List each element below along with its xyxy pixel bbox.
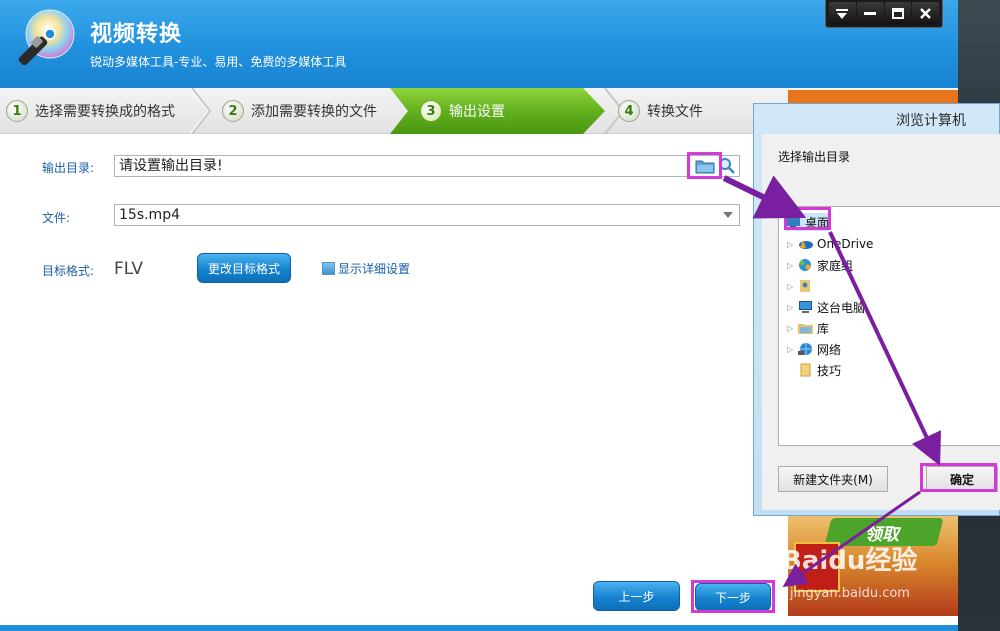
step-add-files[interactable]: 2 添加需要转换的文件 [222, 88, 377, 134]
tree-item-label: 库 [817, 321, 830, 336]
maximize-icon [891, 8, 904, 19]
highlight-ok-button [920, 463, 997, 492]
maximize-button[interactable] [884, 2, 912, 25]
tree-item-libraries[interactable]: ▷ 库 [787, 319, 829, 337]
tree-item-user-folder[interactable]: ▷ [787, 277, 817, 295]
step-convert-files[interactable]: 4 转换文件 [618, 88, 703, 134]
target-format-label: 目标格式: [42, 264, 95, 278]
step-number: 4 [618, 100, 640, 122]
chevron-down-icon [723, 212, 733, 218]
tree-item-label: 家庭组 [817, 258, 854, 273]
step-label: 输出设置 [449, 104, 505, 120]
folder-icon [797, 363, 813, 377]
highlight-next-button [691, 580, 775, 613]
step-select-format[interactable]: 1 选择需要转换成的格式 [6, 88, 175, 134]
step-number: 2 [222, 100, 244, 122]
step-number: 3 [420, 100, 442, 122]
homegroup-icon [797, 258, 813, 272]
user-folder-icon [797, 279, 813, 293]
step-number: 1 [6, 100, 28, 122]
target-format-value: FLV [114, 259, 144, 279]
baidu-watermark: Baidu经验 [782, 546, 918, 576]
minimize-icon [864, 11, 877, 15]
folder-tree[interactable]: 桌面 ▷ OneDrive ▷ 家庭组 ▷ ▷ 这台电脑 ▷ 库 ▷ 网络 技巧 [778, 206, 1000, 446]
expand-arrow-icon: ▷ [787, 281, 794, 291]
dialog-body: 选择输出目录 桌面 ▷ OneDrive ▷ 家庭组 ▷ ▷ 这台电脑 ▷ 库 … [762, 134, 1000, 510]
step-separator [190, 88, 212, 134]
browse-computer-dialog: 浏览计算机 选择输出目录 桌面 ▷ OneDrive ▷ 家庭组 ▷ ▷ 这台电… [753, 103, 1000, 516]
tree-item-label: 这台电脑 [817, 300, 866, 315]
file-select[interactable]: 15s.mp4 [114, 204, 740, 226]
expand-arrow-icon: ▷ [787, 323, 794, 333]
computer-icon [797, 300, 813, 314]
menu-dropdown-button[interactable] [829, 2, 856, 25]
menu-down-icon [836, 8, 849, 19]
step-output-settings[interactable]: 3 输出设置 [420, 88, 505, 134]
app-title: 视频转换 [90, 22, 183, 47]
prev-step-button[interactable]: 上一步 [593, 581, 680, 611]
tree-item-label: OneDrive [817, 237, 874, 251]
dialog-title: 浏览计算机 [896, 113, 966, 129]
close-icon [920, 8, 931, 19]
tree-item-onedrive[interactable]: ▷ OneDrive [787, 235, 873, 253]
tree-item-label: 网络 [817, 342, 842, 357]
network-icon [797, 342, 813, 356]
window-controls [825, 0, 943, 28]
tree-item-network[interactable]: ▷ 网络 [787, 340, 841, 358]
new-folder-button[interactable]: 新建文件夹(M) [778, 466, 888, 492]
bottom-bar [0, 625, 958, 631]
app-subtitle: 锐动多媒体工具-专业、易用、免费的多媒体工具 [90, 55, 347, 69]
highlight-browse-folder [687, 152, 722, 179]
show-details-toggle[interactable]: 显示详细设置 [322, 260, 410, 277]
expand-arrow-icon: ▷ [787, 239, 794, 249]
file-label: 文件: [42, 211, 71, 225]
step-label: 转换文件 [647, 104, 703, 120]
tree-item-homegroup[interactable]: ▷ 家庭组 [787, 256, 853, 274]
output-dir-input[interactable]: 请设置输出目录! [114, 155, 740, 177]
output-dir-label: 输出目录: [42, 161, 95, 175]
tree-item-tips-folder[interactable]: 技巧 [797, 361, 841, 379]
onedrive-icon [797, 237, 813, 251]
expand-arrow-icon: ▷ [787, 344, 794, 354]
tree-item-this-pc[interactable]: ▷ 这台电脑 [787, 298, 865, 316]
app-header: 视频转换 锐动多媒体工具-专业、易用、免费的多媒体工具 [0, 0, 958, 88]
library-icon [797, 321, 813, 335]
expand-arrow-icon: ▷ [787, 260, 794, 270]
step-label: 添加需要转换的文件 [251, 104, 377, 120]
close-button[interactable] [912, 2, 939, 25]
change-format-button[interactable]: 更改目标格式 [197, 253, 291, 283]
tree-item-label: 技巧 [817, 363, 842, 378]
dialog-prompt: 选择输出目录 [778, 150, 851, 164]
expand-arrow-icon: ▷ [787, 302, 794, 312]
minimize-button[interactable] [856, 2, 884, 25]
app-logo-icon [18, 9, 75, 66]
show-details-label: 显示详细设置 [338, 262, 411, 276]
highlight-desktop-item [784, 207, 831, 230]
show-details-checkbox[interactable] [322, 262, 335, 275]
step-label: 选择需要转换成的格式 [35, 104, 175, 120]
baidu-watermark-url: jingyan.baidu.com [790, 586, 910, 601]
